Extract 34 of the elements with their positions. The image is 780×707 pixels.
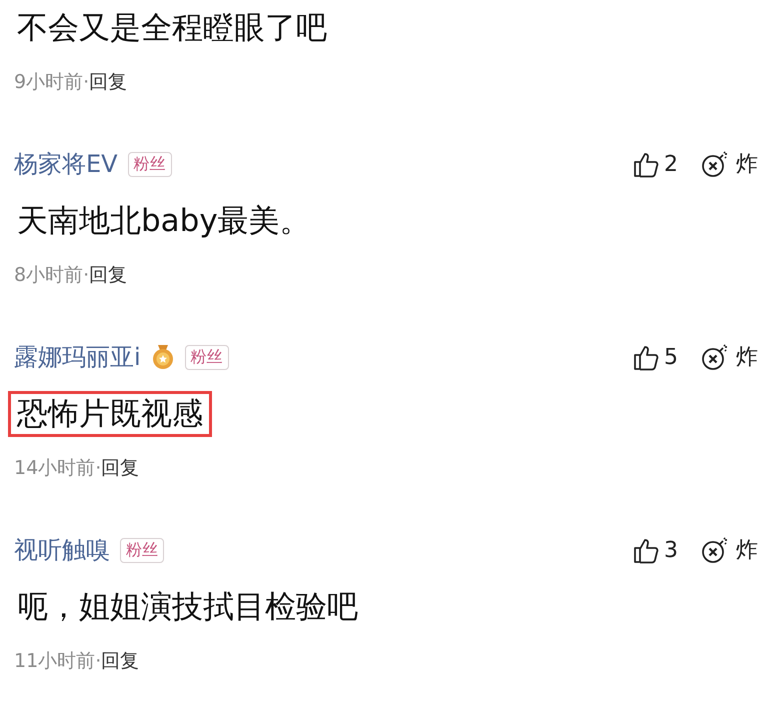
bomb-icon[interactable] bbox=[700, 342, 730, 372]
thumbs-up-icon[interactable] bbox=[632, 150, 660, 178]
bomb-label[interactable]: 炸 bbox=[736, 149, 758, 179]
separator-dot: · bbox=[83, 71, 90, 93]
like-count: 5 bbox=[664, 344, 678, 370]
username[interactable]: 视听触嗅 bbox=[14, 534, 110, 566]
comment-text: 天南地北baby最美。 bbox=[16, 202, 312, 241]
username[interactable]: 杨家将EV bbox=[14, 148, 118, 180]
comment-text: 呃，姐姐演技拭目检验吧 bbox=[16, 588, 359, 627]
comment-text: 恐怖片既视感 bbox=[8, 391, 212, 437]
reply-link[interactable]: 回复 bbox=[89, 69, 128, 95]
thumbs-up-icon[interactable] bbox=[632, 536, 660, 564]
comment-time: 11小时前 bbox=[14, 649, 96, 674]
like-count: 3 bbox=[664, 538, 678, 562]
username[interactable]: 露娜玛丽亚i bbox=[14, 341, 141, 373]
bomb-label[interactable]: 炸 bbox=[736, 535, 758, 565]
separator-dot: · bbox=[95, 457, 102, 479]
fan-badge: 粉丝 bbox=[120, 538, 164, 562]
fan-badge: 粉丝 bbox=[128, 152, 172, 176]
bomb-icon[interactable] bbox=[700, 149, 730, 179]
bomb-icon[interactable] bbox=[700, 535, 730, 565]
reply-link[interactable]: 回复 bbox=[101, 455, 140, 481]
comment-time: 8小时前 bbox=[14, 263, 84, 288]
bomb-label[interactable]: 炸 bbox=[736, 342, 758, 372]
thumbs-up-icon[interactable] bbox=[632, 343, 660, 371]
reply-link[interactable]: 回复 bbox=[101, 648, 140, 674]
comment-text: 不会又是全程瞪眼了吧 bbox=[16, 9, 328, 48]
reply-link[interactable]: 回复 bbox=[89, 262, 128, 288]
comment-time: 14小时前 bbox=[14, 456, 96, 481]
separator-dot: · bbox=[83, 264, 90, 286]
separator-dot: · bbox=[95, 650, 102, 672]
comment-time: 9小时前 bbox=[14, 70, 84, 95]
fan-badge: 粉丝 bbox=[184, 344, 229, 370]
like-count: 2 bbox=[664, 152, 678, 176]
